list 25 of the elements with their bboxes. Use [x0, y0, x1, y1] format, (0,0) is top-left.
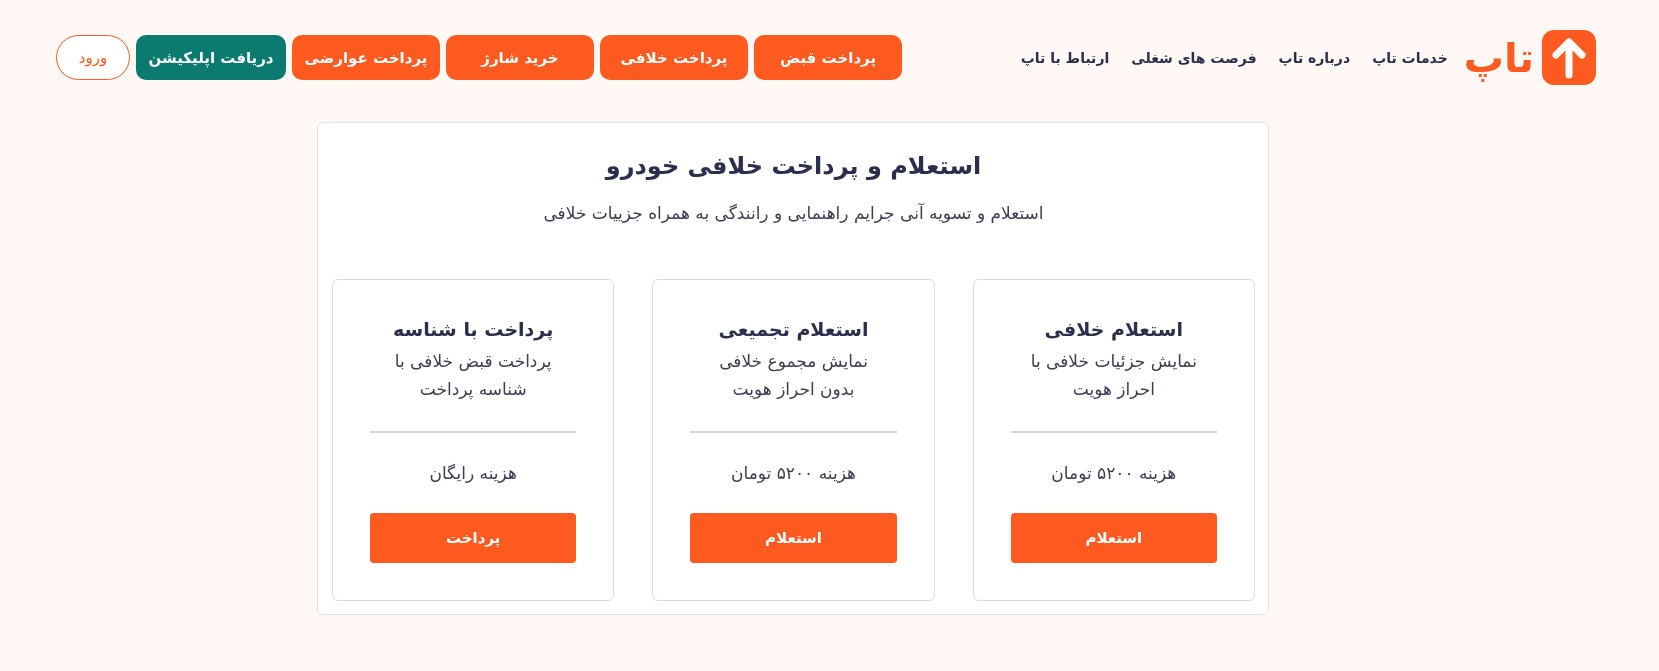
page-subtitle: استعلام و تسویه آنی جرایم راهنمایی و رانندگی به همراه جزییات خلافی	[542, 202, 1045, 225]
nav-link[interactable]: خدمات تاپ	[1372, 49, 1448, 66]
action-button[interactable]: پرداخت خلافی	[600, 35, 748, 80]
action-button[interactable]: خرید شارژ	[446, 35, 594, 80]
option-price: هزینه ۵۲۰۰ تومان	[730, 462, 857, 485]
option-price: هزینه رایگان	[428, 462, 518, 485]
nav-link[interactable]: درباره تاپ	[1278, 49, 1351, 66]
nav-link[interactable]: فرصت های شغلی	[1131, 49, 1257, 66]
option-button[interactable]: استعلام	[1010, 513, 1217, 563]
option-description: پرداخت قبض خلافی با شناسه پرداخت	[393, 350, 553, 402]
action-button[interactable]: پرداخت قبض	[754, 35, 902, 80]
option-button[interactable]: استعلام	[690, 513, 897, 563]
option-description: نمایش جزئیات خلافی با احراز هویت	[1029, 350, 1198, 401]
logo-wordmark[interactable]: تاپ	[1463, 33, 1534, 82]
option-description: نمایش مجموع خلافی بدون احراز هویت	[718, 350, 869, 401]
option-price: هزینه ۵۲۰۰ تومان	[1050, 462, 1178, 485]
login-button[interactable]: ورود	[56, 35, 130, 80]
option-title: استعلام تجمیعی	[717, 317, 870, 342]
option-title: استعلام خلافی	[1043, 317, 1185, 342]
nav-link[interactable]: ارتباط با تاپ	[1020, 49, 1110, 66]
option-button[interactable]: پرداخت	[370, 513, 577, 563]
page-title: استعلام و پرداخت خلافی خودرو	[603, 151, 983, 182]
option-title: پرداخت با شناسه	[392, 317, 555, 342]
action-button[interactable]: پرداخت عوارضی	[292, 35, 440, 80]
download-app-button[interactable]: دریافت اپلیکیشن	[136, 35, 286, 80]
